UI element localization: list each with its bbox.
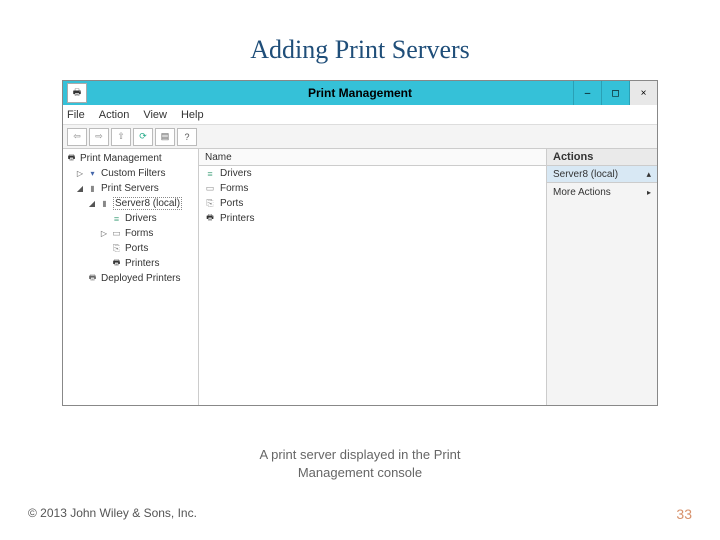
actions-header: Actions [547,149,657,166]
collapse-icon: ◢ [75,184,85,194]
drivers-icon [110,213,123,225]
up-button[interactable]: ⇧ [111,128,131,146]
actions-pane: Actions Server8 (local) ▴ More Actions ▸ [547,149,657,405]
list-item-label: Drivers [220,168,252,179]
menu-file[interactable]: File [67,109,85,121]
server-icon [98,198,111,210]
ports-icon [110,243,123,255]
tree-forms-label: Forms [125,228,153,239]
collapse-icon: ◢ [87,199,97,209]
chevron-right-icon: ▸ [647,188,651,197]
tree-drivers[interactable]: Drivers [63,211,198,226]
ports-icon [203,198,217,210]
titlebar[interactable]: 🖶 Print Management – ◻ × [63,81,657,105]
tree-ports[interactable]: Ports [63,241,198,256]
menu-help[interactable]: Help [181,109,204,121]
slide-caption: A print server displayed in the Print Ma… [0,446,720,481]
menubar: File Action View Help [63,105,657,125]
export-button[interactable]: ▤ [155,128,175,146]
list-item-forms[interactable]: Forms [199,181,546,196]
caption-line2: Management console [298,465,422,480]
list-item-drivers[interactable]: Drivers [199,166,546,181]
expand-icon: ▷ [75,169,85,179]
filter-icon [86,168,99,180]
print-management-window: 🖶 Print Management – ◻ × File Action Vie… [62,80,658,406]
forward-button[interactable]: ⇨ [89,128,109,146]
tree-server-node-label: Server8 (local) [113,197,182,210]
list-item-printers[interactable]: Printers [199,211,546,226]
caption-line1: A print server displayed in the Print [260,447,461,462]
app-icon: 🖶 [67,83,87,103]
list-header[interactable]: Name [199,149,546,166]
maximize-button[interactable]: ◻ [601,81,629,105]
close-button[interactable]: × [629,81,657,105]
tree-pane: Print Management ▷ Custom Filters ◢ Prin… [63,149,199,405]
tree-root-label: Print Management [80,153,162,164]
window-title: Print Management [63,86,657,100]
printers-icon [110,258,123,270]
printer-icon [65,153,78,165]
actions-context-label: Server8 (local) [553,169,618,180]
tree-custom-filters-label: Custom Filters [101,168,165,179]
spacer [99,244,109,254]
client-area: Print Management ▷ Custom Filters ◢ Prin… [63,149,657,405]
forms-icon [203,183,217,195]
copyright: © 2013 John Wiley & Sons, Inc. [28,506,197,522]
chevron-up-icon: ▴ [646,169,651,180]
tree-print-servers-label: Print Servers [101,183,159,194]
spacer [75,274,85,284]
slide-title: Adding Print Servers [0,0,720,80]
slide-footer: © 2013 John Wiley & Sons, Inc. 33 [28,506,692,522]
list-item-ports[interactable]: Ports [199,196,546,211]
tree-forms[interactable]: ▷ Forms [63,226,198,241]
drivers-icon [203,168,217,180]
menu-view[interactable]: View [143,109,167,121]
deployed-icon [86,273,99,285]
expand-icon: ▷ [99,229,109,239]
tree-root[interactable]: Print Management [63,151,198,166]
col-name: Name [205,152,232,163]
forms-icon [110,228,123,240]
tree-drivers-label: Drivers [125,213,157,224]
spacer [99,214,109,224]
slide-number: 33 [676,506,692,522]
more-actions[interactable]: More Actions ▸ [547,183,657,201]
tree-ports-label: Ports [125,243,148,254]
server-icon [86,183,99,195]
tree-printers[interactable]: Printers [63,256,198,271]
minimize-button[interactable]: – [573,81,601,105]
help-button[interactable]: ? [177,128,197,146]
tree-printers-label: Printers [125,258,159,269]
refresh-button[interactable]: ⟳ [133,128,153,146]
tree-custom-filters[interactable]: ▷ Custom Filters [63,166,198,181]
actions-context[interactable]: Server8 (local) ▴ [547,166,657,183]
printers-icon [203,213,217,225]
spacer [99,259,109,269]
list-item-label: Ports [220,198,243,209]
tree-deployed[interactable]: Deployed Printers [63,271,198,286]
list-pane: Name Drivers Forms Ports Printers [199,149,547,405]
back-button[interactable]: ⇦ [67,128,87,146]
window-controls: – ◻ × [573,81,657,105]
tree-deployed-label: Deployed Printers [101,273,180,284]
toolbar: ⇦ ⇨ ⇧ ⟳ ▤ ? [63,125,657,149]
menu-action[interactable]: Action [99,109,130,121]
tree-print-servers[interactable]: ◢ Print Servers [63,181,198,196]
list-item-label: Forms [220,183,248,194]
more-actions-label: More Actions [553,187,611,198]
tree-server-node[interactable]: ◢ Server8 (local) [63,196,198,211]
list-item-label: Printers [220,213,254,224]
